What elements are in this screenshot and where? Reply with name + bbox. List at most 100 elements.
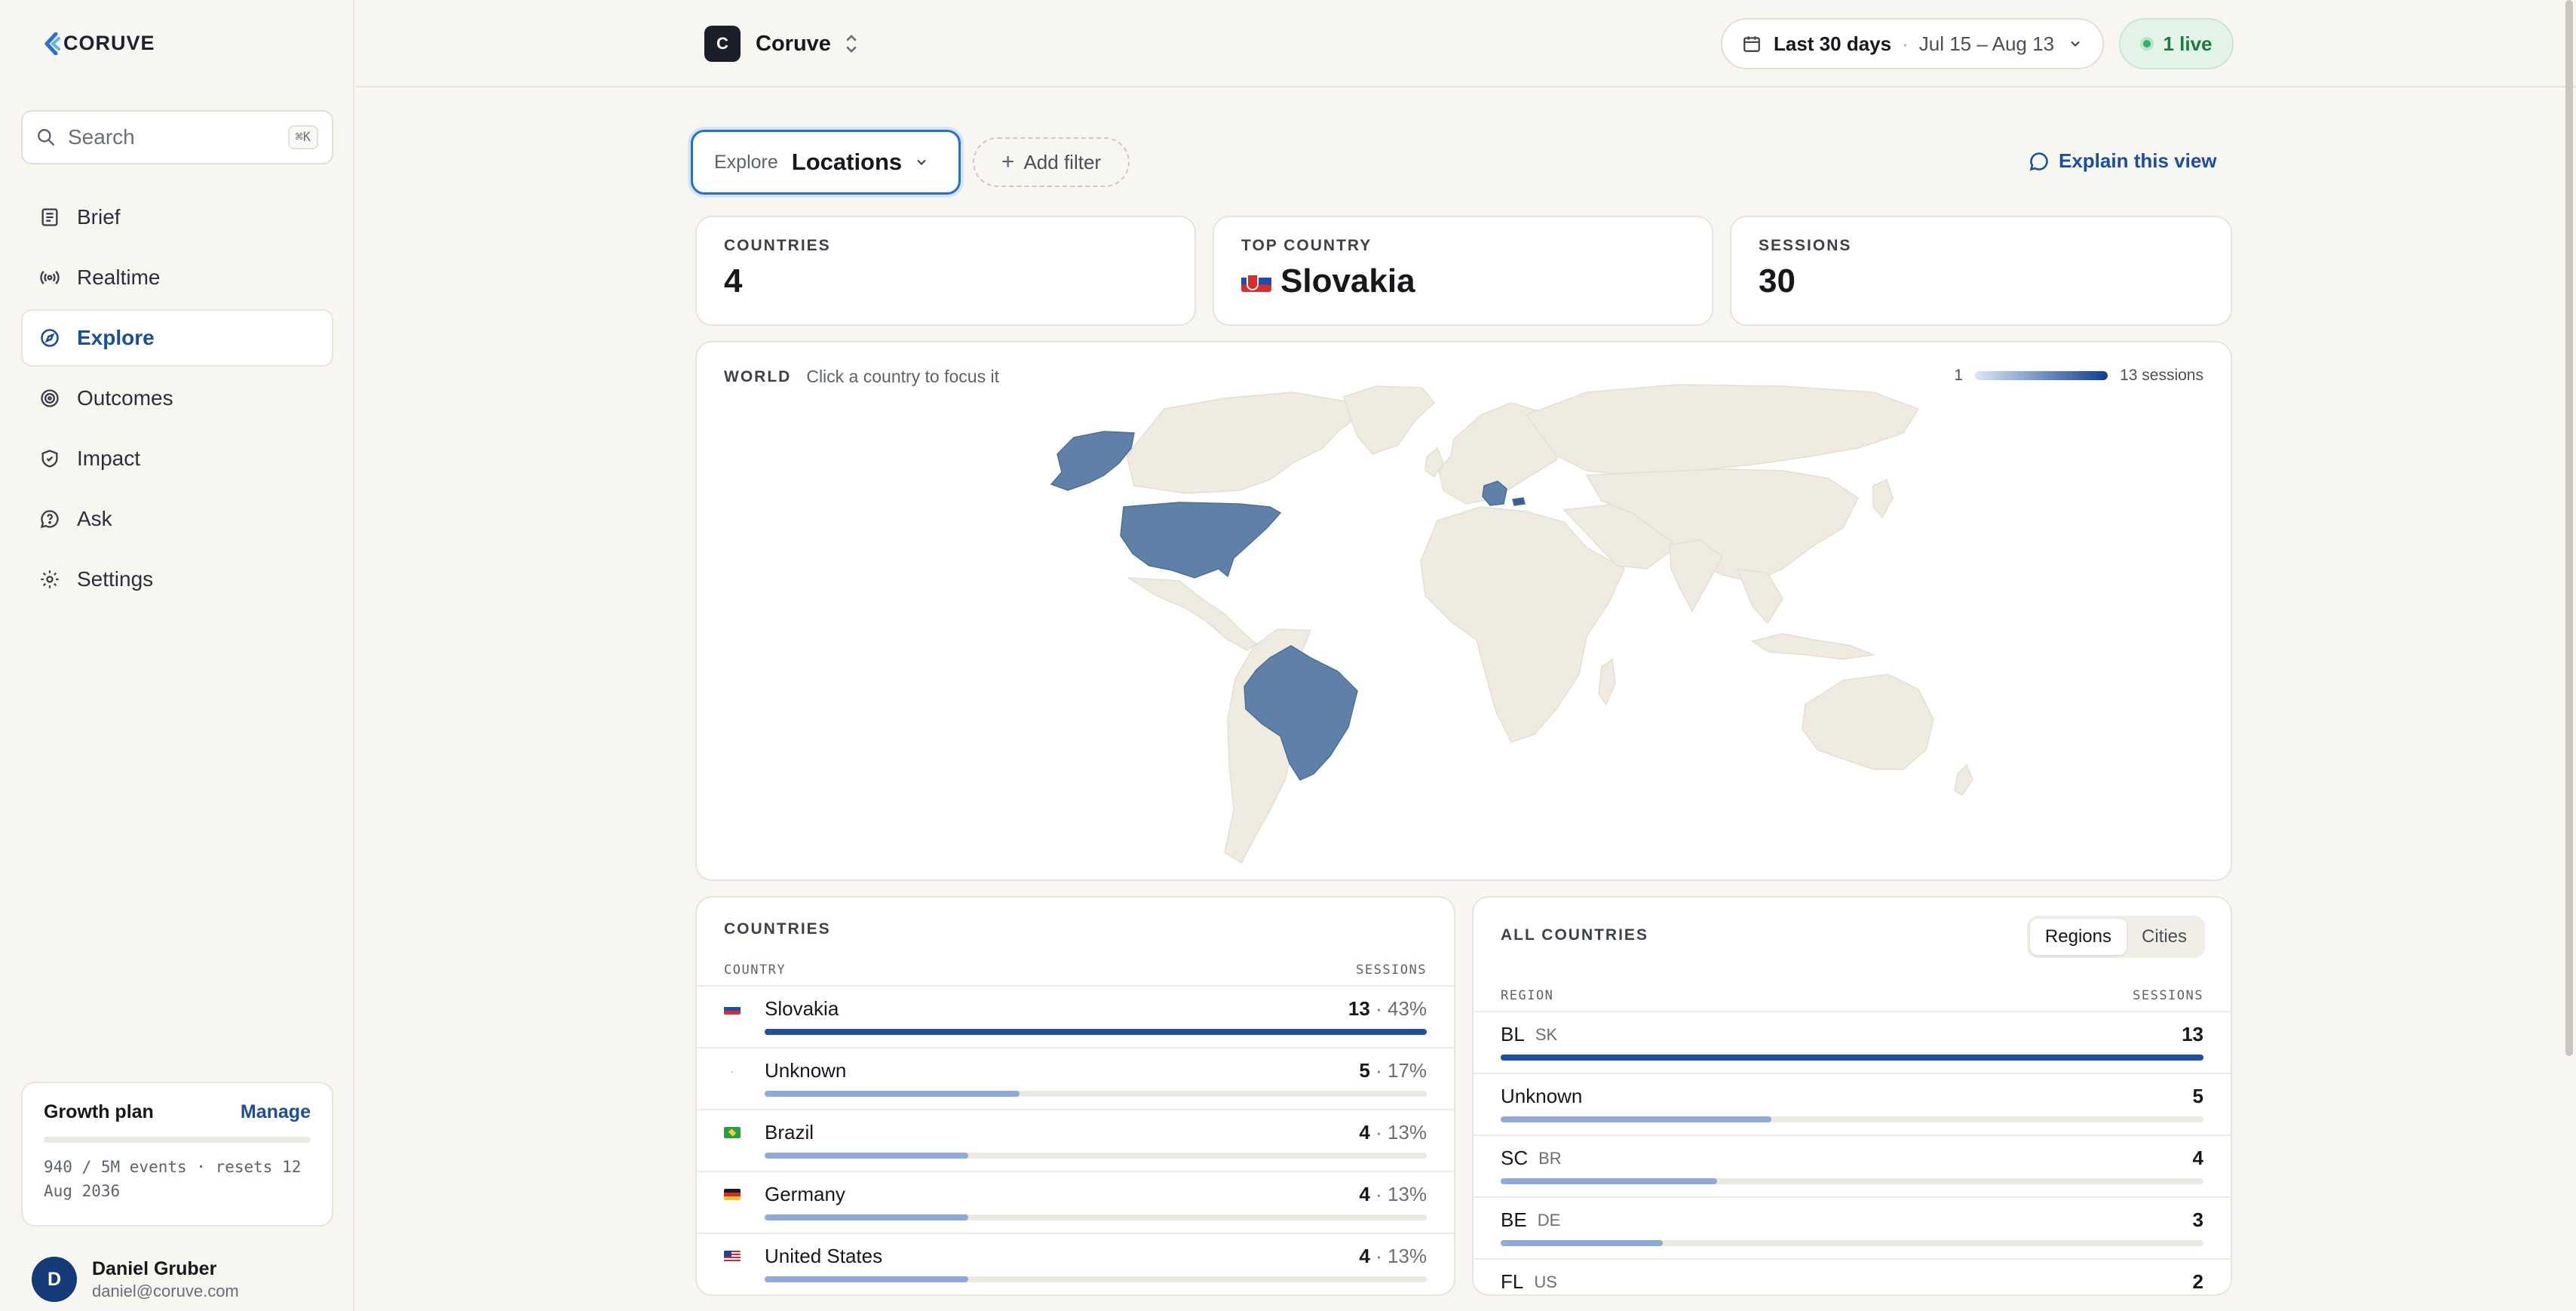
session-count: 3 <box>2193 1208 2203 1232</box>
session-bar <box>765 1214 1427 1220</box>
country-india[interactable] <box>1669 539 1723 613</box>
sidebar-item-realtime[interactable]: Realtime <box>21 249 333 306</box>
session-bar <box>765 1276 1427 1282</box>
country-slovakia[interactable] <box>1512 497 1526 506</box>
explain-view-button[interactable]: Explain this view <box>2029 149 2217 173</box>
country-japan[interactable] <box>1872 478 1894 519</box>
regions-table-title: ALL COUNTRIES <box>1501 926 1648 944</box>
country-alaska[interactable] <box>1050 431 1135 491</box>
table-row[interactable]: Brazil 4 · 13% <box>697 1109 1454 1171</box>
slovakia-flag-icon <box>1241 271 1271 292</box>
sidebar: CORUVE Search ⌘K Brief Realtime Explore … <box>0 0 354 1311</box>
page-scrollbar[interactable] <box>2565 0 2573 1056</box>
countries-table-card: COUNTRIES COUNTRY SESSIONS Slovakia 13 · … <box>695 896 1455 1296</box>
live-indicator[interactable]: 1 live <box>2119 18 2234 69</box>
country-greenland[interactable] <box>1343 385 1436 455</box>
table-row[interactable]: Slovakia 13 · 43% <box>697 985 1454 1047</box>
slovakia-flag-icon <box>724 1003 741 1015</box>
live-dot-icon <box>2140 37 2154 51</box>
region-name: BE <box>1501 1208 1527 1231</box>
stat-label: TOP COUNTRY <box>1241 237 1372 254</box>
count-value: 4 <box>1359 1183 1370 1205</box>
chevron-down-icon <box>2071 41 2080 47</box>
table-row[interactable]: BE DE 3 <box>1474 1196 2231 1258</box>
region-country-code: DE <box>1537 1210 1561 1230</box>
date-range-picker[interactable]: Last 30 days · Jul 15 – Aug 13 <box>1721 18 2104 69</box>
tab-regions[interactable]: Regions <box>2029 919 2127 955</box>
country-se-asia[interactable] <box>1736 568 1783 625</box>
table-header: REGION SESSIONS <box>1501 988 2203 1003</box>
table-row[interactable]: FL US 2 <box>1474 1258 2231 1294</box>
table-row[interactable]: Germany 4 · 13% <box>697 1171 1454 1233</box>
world-map[interactable] <box>697 342 2234 883</box>
user-email: daniel@coruve.com <box>92 1281 239 1300</box>
sidebar-item-outcomes[interactable]: Outcomes <box>21 370 333 427</box>
chat-bubble-icon <box>2029 152 2048 170</box>
session-bar-fill <box>1501 1240 1664 1246</box>
percent-value: 17% <box>1387 1059 1427 1082</box>
table-row[interactable]: Unknown 5 <box>1474 1073 2231 1134</box>
country-name: Unknown <box>765 1059 847 1082</box>
session-bar <box>1501 1116 2203 1122</box>
session-bar-fill <box>765 1029 1427 1035</box>
sidebar-item-label: Realtime <box>77 266 161 289</box>
sidebar-item-brief[interactable]: Brief <box>21 189 333 246</box>
calendar-icon <box>1743 36 1760 52</box>
session-bar <box>1501 1240 2203 1246</box>
session-bar-fill <box>765 1214 969 1220</box>
count-value: 5 <box>2192 1085 2203 1107</box>
session-count: 5 <box>2193 1085 2203 1108</box>
country-africa[interactable] <box>1420 506 1625 743</box>
count-value: 4 <box>1359 1121 1370 1144</box>
table-row[interactable]: BL SK 13 <box>1474 1011 2231 1073</box>
sidebar-item-settings[interactable]: Settings <box>21 551 333 608</box>
plan-usage-bar <box>44 1137 311 1143</box>
tab-cities[interactable]: Cities <box>2127 919 2202 955</box>
sidebar-item-explore[interactable]: Explore <box>21 309 333 367</box>
sidebar-item-label: Brief <box>77 205 121 229</box>
stat-card-countries: COUNTRIES 4 <box>695 216 1196 326</box>
percent-value: 13% <box>1387 1183 1427 1205</box>
country-indonesia[interactable] <box>1751 633 1875 660</box>
user-profile[interactable]: D Daniel Gruber daniel@coruve.com <box>32 1257 239 1302</box>
region-country-code: BR <box>1538 1148 1562 1168</box>
table-row[interactable]: SC BR 4 <box>1474 1134 2231 1196</box>
table-row[interactable]: United States 4 · 13% <box>697 1233 1454 1294</box>
country-australia[interactable] <box>1802 674 1934 770</box>
stat-value-wrap: Slovakia <box>1241 263 1685 300</box>
country-madagascar[interactable] <box>1598 658 1616 706</box>
session-count: 4 · 13% <box>1359 1183 1427 1205</box>
explain-label: Explain this view <box>2059 149 2217 172</box>
col-sessions: SESSIONS <box>1356 963 1427 978</box>
country-canada[interactable] <box>1126 391 1362 494</box>
session-bar-fill <box>765 1276 969 1282</box>
session-bar <box>1501 1055 2203 1061</box>
sidebar-item-impact[interactable]: Impact <box>21 430 333 487</box>
region-name: Unknown <box>1501 1085 1583 1107</box>
country-new-zealand[interactable] <box>1954 763 1973 797</box>
session-bar <box>765 1029 1427 1035</box>
newspaper-icon <box>38 205 62 229</box>
region-name: BL <box>1501 1023 1525 1045</box>
search-shortcut: ⌘K <box>287 125 318 149</box>
table-row[interactable]: · Unknown 5 · 17% <box>697 1047 1454 1109</box>
sidebar-item-ask[interactable]: Ask <box>21 490 333 548</box>
manage-plan-link[interactable]: Manage <box>241 1101 311 1123</box>
stat-value: Slovakia <box>1280 263 1415 299</box>
explore-selector[interactable]: Explore Locations <box>691 130 961 195</box>
add-filter-button[interactable]: + Add filter <box>973 137 1130 187</box>
workspace-switcher[interactable]: C Coruve <box>704 26 858 62</box>
country-russia[interactable] <box>1525 384 1920 476</box>
search-input[interactable]: Search ⌘K <box>21 110 333 164</box>
col-sessions: SESSIONS <box>2133 988 2203 1003</box>
countries-table-title: COUNTRIES <box>724 920 831 938</box>
count-value: 4 <box>1359 1245 1370 1267</box>
unknown-flag-icon: · <box>730 1065 734 1076</box>
session-count: 13 <box>2182 1023 2203 1046</box>
country-mexico[interactable] <box>1127 577 1258 651</box>
shield-icon <box>38 447 62 471</box>
country-usa[interactable] <box>1120 502 1282 579</box>
regions-cities-toggle: Regions Cities <box>2026 916 2205 958</box>
app-logo[interactable]: CORUVE <box>44 32 155 55</box>
table-header: COUNTRY SESSIONS <box>724 963 1427 978</box>
